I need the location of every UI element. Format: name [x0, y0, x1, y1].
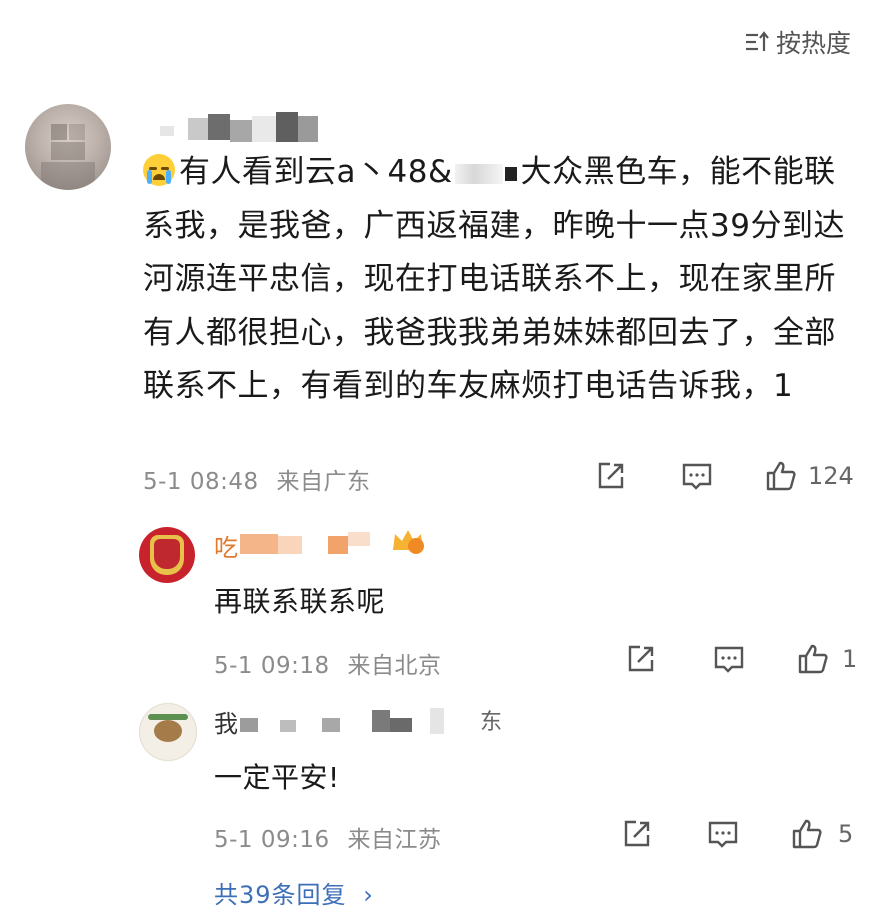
username-mosaic: [240, 530, 380, 556]
share-button[interactable]: [594, 459, 628, 493]
reply-text: 再联系联系呢: [214, 585, 386, 618]
reply-text: 一定平安!: [214, 761, 340, 794]
comment-icon: [708, 821, 738, 848]
share-icon: [628, 645, 654, 672]
timestamp: 5-1 08:48: [143, 469, 259, 495]
comment-button[interactable]: [680, 459, 714, 493]
reply-username-suffix: 东: [480, 710, 503, 735]
reply-meta: 5-1 09:16 来自江苏: [214, 820, 441, 854]
comment-icon: [682, 463, 712, 490]
redacted-char: [504, 166, 517, 181]
comment-button[interactable]: [706, 817, 740, 851]
crying-emoji-icon: [143, 154, 175, 186]
sort-label: 按热度: [776, 29, 852, 58]
like-button[interactable]: 1: [796, 642, 857, 676]
comment-meta: 5-1 08:48 来自广东: [143, 462, 370, 496]
thumbs-up-icon: [766, 461, 796, 491]
timestamp: 5-1 09:18: [214, 653, 330, 679]
username-mosaic: [238, 708, 468, 736]
share-button[interactable]: [624, 642, 658, 676]
redacted-plate: [454, 163, 503, 184]
crown-badge-icon: [393, 530, 424, 554]
like-count: 5: [838, 820, 854, 848]
sort-icon: [746, 31, 769, 51]
reply-username[interactable]: 吃: [214, 528, 238, 563]
username-mosaic[interactable]: [160, 112, 330, 146]
timestamp: 5-1 09:16: [214, 827, 330, 853]
share-icon: [624, 820, 650, 847]
location: 来自广东: [276, 469, 371, 495]
thumbs-up-icon: [792, 819, 822, 849]
share-icon: [598, 462, 624, 489]
share-button[interactable]: [620, 817, 654, 851]
comment-text: 有人看到云a丶48& 大众黑色车，能不能联系我，是我爸，广西返福建，昨晚十一点39…: [143, 154, 845, 404]
like-button[interactable]: 124: [764, 459, 854, 493]
like-count: 1: [842, 645, 858, 673]
comment-button[interactable]: [712, 642, 746, 676]
comment-icon: [714, 646, 744, 673]
reply-username[interactable]: 我: [214, 704, 238, 739]
thumbs-up-icon: [798, 644, 828, 674]
chevron-right-icon: ›: [363, 881, 374, 909]
sort-by-hot-button[interactable]: 按热度: [744, 24, 851, 60]
like-button[interactable]: 5: [790, 817, 853, 851]
more-replies-link[interactable]: 共39条回复 ›: [214, 875, 374, 910]
reply-avatar[interactable]: [139, 703, 197, 761]
reply-meta: 5-1 09:18 来自北京: [214, 646, 441, 680]
like-count: 124: [808, 462, 854, 490]
avatar[interactable]: [25, 104, 111, 190]
reply-avatar[interactable]: [139, 527, 195, 583]
location: 来自江苏: [347, 827, 442, 853]
location: 来自北京: [347, 653, 442, 679]
